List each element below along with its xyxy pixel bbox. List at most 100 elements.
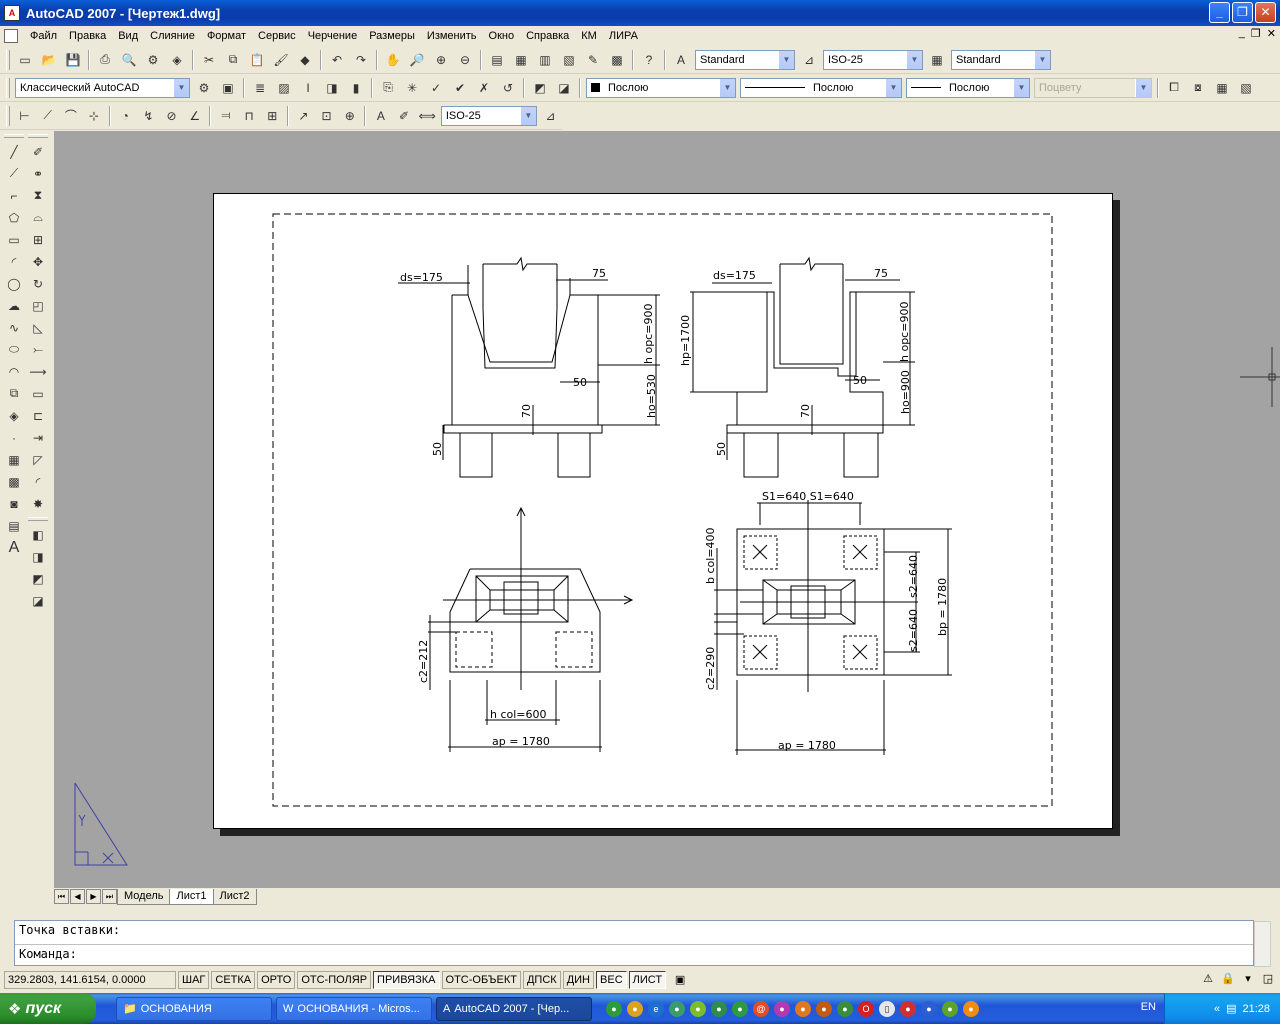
mdi-restore-button[interactable]: ❐ — [1251, 27, 1261, 40]
menu-tools[interactable]: Сервис — [252, 30, 302, 42]
osnap-toggle[interactable]: ПРИВЯЗКА — [373, 971, 440, 989]
polar-toggle[interactable]: ОТС-ПОЛЯР — [297, 971, 372, 989]
draworder-back-icon[interactable]: ◨ — [27, 546, 49, 567]
snap-toggle[interactable]: ШАГ — [178, 971, 210, 989]
extend-icon[interactable]: ⟶ — [27, 361, 49, 382]
lock-icon[interactable]: 🔒 — [1220, 971, 1236, 987]
ordinate-dim-icon[interactable]: ⊹ — [83, 105, 104, 127]
break-at-point-icon[interactable]: ▭ — [27, 383, 49, 404]
ql-app-icon[interactable]: ● — [900, 1000, 916, 1017]
autocad-app-icon[interactable]: A — [4, 5, 20, 21]
toolbar-grip[interactable] — [28, 134, 48, 138]
menu-merge[interactable]: Слияние — [144, 30, 201, 42]
tool-palettes-icon[interactable]: ▥ — [534, 49, 556, 71]
prev-tab-icon[interactable]: ◀ — [70, 889, 85, 904]
tab-sheet2[interactable]: Лист2 — [212, 888, 257, 905]
task-word[interactable]: W ОСНОВАНИЯ - Micros... — [276, 996, 432, 1021]
zoom-previous-icon[interactable]: ⊖ — [454, 49, 476, 71]
markup-icon[interactable]: ✎ — [582, 49, 604, 71]
workspace-select[interactable]: Классический AutoCAD ▼ — [15, 77, 190, 98]
print-preview-icon[interactable]: 🔍 — [118, 49, 140, 71]
toolbar-grip[interactable] — [6, 49, 10, 70]
hatch-icon[interactable]: ▦ — [3, 449, 25, 470]
rectangle-icon[interactable]: ▭ — [3, 229, 25, 250]
ql-app-icon[interactable]: ● — [816, 1000, 832, 1017]
polygon-icon[interactable]: ⬠ — [3, 207, 25, 228]
viewport-border[interactable] — [272, 213, 1053, 807]
sheet-set-icon[interactable]: ▧ — [558, 49, 580, 71]
command-prompt[interactable]: Команда: — [19, 947, 77, 961]
mdi-minimize-button[interactable]: _ — [1239, 27, 1245, 40]
ql-app-icon[interactable]: ● — [606, 1000, 622, 1017]
ql-ie-icon[interactable]: e — [648, 1000, 664, 1017]
paste-icon[interactable]: 📋 — [246, 49, 268, 71]
next-tab-icon[interactable]: ▶ — [86, 889, 101, 904]
dim-update-icon[interactable]: ⟺ — [417, 105, 438, 127]
match-properties-icon[interactable]: 🖌 — [270, 49, 292, 71]
tab-model[interactable]: Модель — [117, 888, 171, 905]
design-center-icon[interactable]: ▦ — [510, 49, 532, 71]
layer-freeze-icon[interactable]: ✳ — [401, 77, 423, 99]
layer-current-icon[interactable]: I — [297, 77, 319, 99]
polyline-icon[interactable]: ⌐ — [3, 185, 25, 206]
block-create-icon[interactable]: ⧇ — [1187, 77, 1209, 99]
publish-icon[interactable]: ⚙ — [142, 49, 164, 71]
draworder-above-icon[interactable]: ◩ — [27, 568, 49, 589]
first-tab-icon[interactable]: ⏮ — [54, 889, 69, 904]
aligned-dim-icon[interactable]: ⟋ — [37, 105, 58, 127]
toolbar-grip[interactable] — [6, 77, 10, 98]
table-icon[interactable]: ▤ — [3, 515, 25, 536]
properties-icon[interactable]: ▤ — [486, 49, 508, 71]
join-icon[interactable]: ⇥ — [27, 427, 49, 448]
start-button[interactable]: ❖ пуск — [0, 993, 96, 1024]
chamfer-icon[interactable]: ◸ — [27, 449, 49, 470]
rotate-icon[interactable]: ↻ — [27, 273, 49, 294]
draworder-under-icon[interactable]: ◪ — [27, 590, 49, 611]
mirror-icon[interactable]: ⧗ — [27, 185, 49, 206]
layer-isolate-icon[interactable]: ▮ — [345, 77, 367, 99]
command-scrollbar[interactable] — [1254, 921, 1271, 967]
chevron-down-icon[interactable]: ▼ — [173, 78, 189, 97]
scale-icon[interactable]: ◰ — [27, 295, 49, 316]
dim-style-manager-icon[interactable]: ⊿ — [540, 105, 561, 127]
chevron-down-icon[interactable]: ▼ — [1034, 50, 1050, 69]
ducs-toggle[interactable]: ДПСК — [522, 971, 561, 989]
chevron-down-icon[interactable]: ▼ — [885, 78, 901, 97]
layer-undo-icon[interactable]: ↺ — [497, 77, 519, 99]
stretch-icon[interactable]: ◺ — [27, 317, 49, 338]
menu-draw[interactable]: Черчение — [302, 30, 364, 42]
spline-icon[interactable]: ∿ — [3, 317, 25, 338]
block-insert-icon[interactable]: ⧠ — [1163, 77, 1185, 99]
arc-icon[interactable]: ◜ — [3, 251, 25, 272]
workspace-settings-icon[interactable]: ⚙ — [193, 77, 215, 99]
ql-app-icon[interactable]: @ — [753, 1000, 769, 1017]
ql-opera-icon[interactable]: O — [858, 1000, 874, 1017]
menu-format[interactable]: Формат — [201, 30, 252, 42]
document-icon[interactable] — [4, 28, 18, 43]
chevron-down-icon[interactable]: ▼ — [778, 50, 794, 69]
menu-edit[interactable]: Правка — [63, 30, 112, 42]
ortho-toggle[interactable]: ОРТО — [257, 971, 296, 989]
ql-app-icon[interactable]: ● — [774, 1000, 790, 1017]
grid-toggle[interactable]: СЕТКА — [211, 971, 256, 989]
dim-edit-icon[interactable]: A — [370, 105, 391, 127]
open-icon[interactable]: 📂 — [38, 49, 60, 71]
zoom-window-icon[interactable]: ⊕ — [430, 49, 452, 71]
break-icon[interactable]: ⊏ — [27, 405, 49, 426]
dim-text-edit-icon[interactable]: ✐ — [394, 105, 415, 127]
copy-icon[interactable]: ⧉ — [222, 49, 244, 71]
menu-km[interactable]: КМ — [575, 30, 603, 42]
ql-app-icon[interactable]: ▯ — [879, 1000, 895, 1017]
text-style-select[interactable]: Standard ▼ — [695, 49, 795, 70]
language-indicator[interactable]: EN — [1141, 1001, 1156, 1013]
clean-screen-icon[interactable]: ◲ — [1260, 971, 1276, 987]
ql-app-icon[interactable]: ● — [669, 1000, 685, 1017]
menu-modify[interactable]: Изменить — [421, 30, 483, 42]
help-icon[interactable]: ? — [638, 49, 660, 71]
chevron-down-icon[interactable]: ▼ — [1013, 78, 1029, 97]
menu-dimension[interactable]: Размеры — [363, 30, 421, 42]
maximize-viewport-icon[interactable]: ▣ — [672, 972, 688, 988]
last-tab-icon[interactable]: ⏭ — [102, 889, 117, 904]
linetype-select[interactable]: Послою ▼ — [740, 77, 902, 98]
lineweight-select[interactable]: Послою ▼ — [906, 77, 1030, 98]
